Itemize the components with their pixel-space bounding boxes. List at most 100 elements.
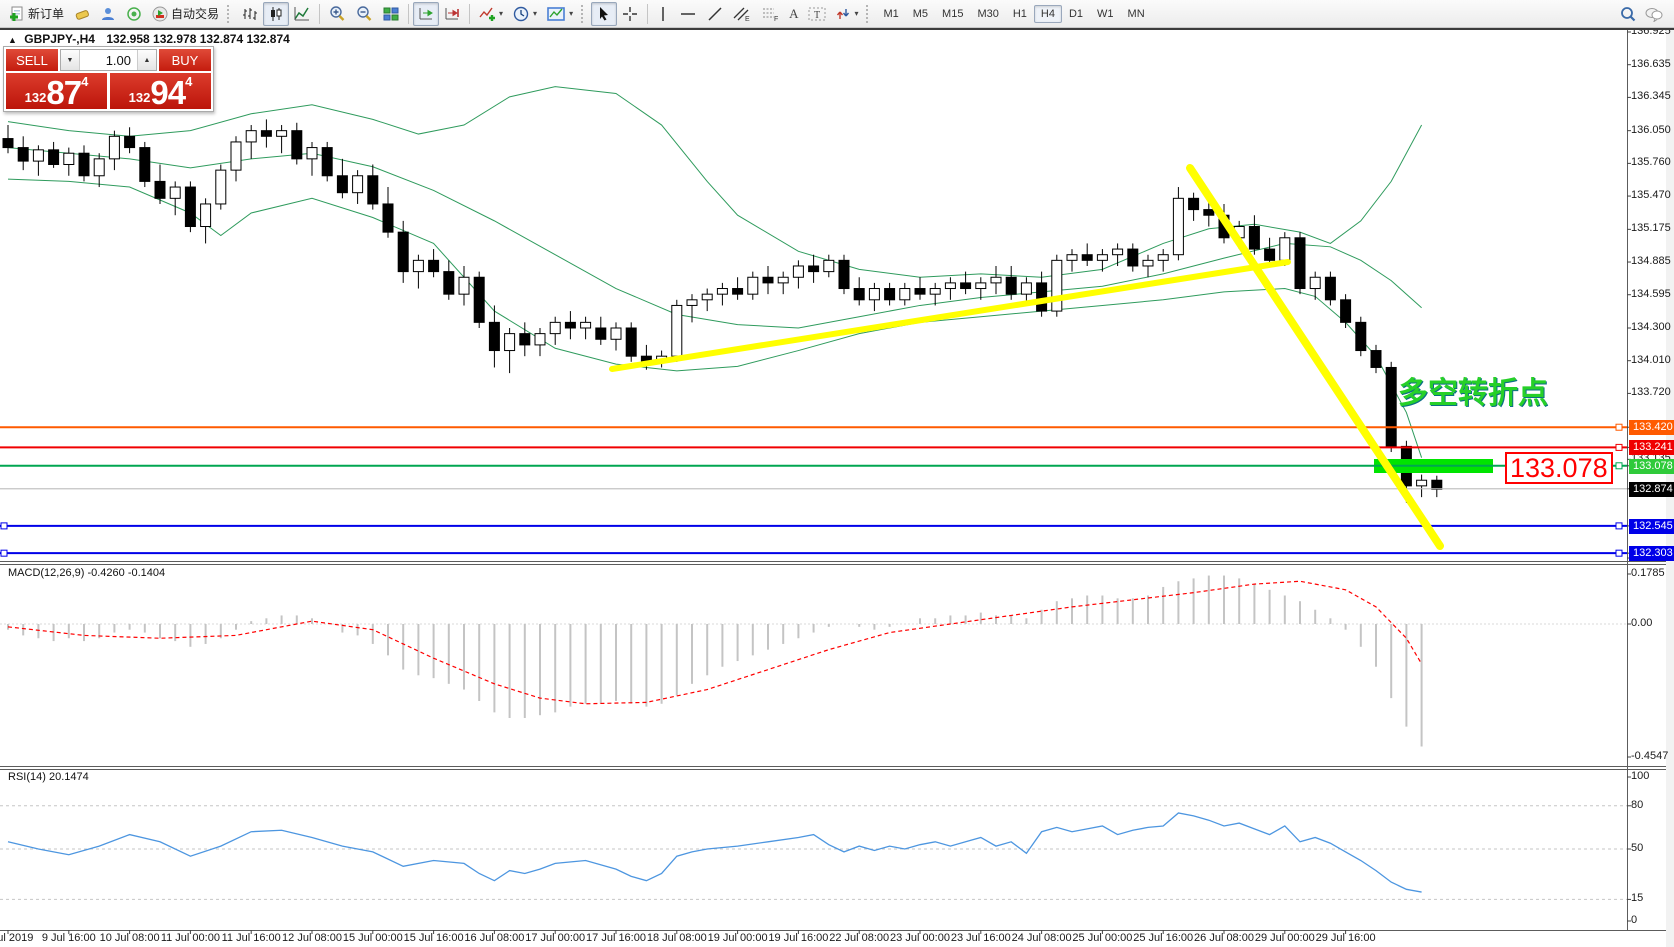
trendline-icon (707, 6, 723, 22)
text-tool-button[interactable]: A (784, 2, 803, 26)
templates-button[interactable]: ▾ (542, 2, 578, 26)
toolbar-grip (581, 5, 588, 23)
sell-price-big: 87 (46, 78, 81, 108)
candlestick-chart-button[interactable] (263, 2, 289, 26)
auto-scroll-icon (418, 6, 434, 22)
sell-price-prefix: 132 (25, 90, 47, 105)
volume-stepper: ▼ 1.00 ▲ (60, 49, 157, 71)
support-zone-highlight (1374, 459, 1493, 473)
chart-shift-button[interactable] (439, 2, 465, 26)
bollinger-lower-band (8, 179, 1422, 458)
price-tick-label: 133.720 (1631, 386, 1671, 398)
time-axis-label: 23 Jul 16:00 (951, 932, 1011, 944)
timeframe-button-d1[interactable]: D1 (1062, 5, 1090, 23)
tile-windows-icon (383, 6, 399, 22)
macd-indicator-label: MACD(12,26,9) -0.4260 -0.1404 (8, 567, 165, 579)
sell-price-pip: 4 (81, 74, 88, 89)
price-line-label: 132.303 (1629, 546, 1674, 561)
price-tick-label: 134.885 (1631, 255, 1671, 267)
timeframe-button-m5[interactable]: M5 (906, 5, 935, 23)
vertical-line-icon (657, 6, 669, 22)
bar-chart-button[interactable] (237, 2, 263, 26)
price-tick-label: 134.595 (1631, 288, 1671, 300)
buy-button[interactable]: BUY (159, 49, 211, 71)
line-chart-button[interactable] (289, 2, 315, 26)
rsi-scale-label: 100 (1631, 770, 1649, 782)
rising-support-line (612, 262, 1288, 369)
arrows-tool-button[interactable]: ▾ (831, 2, 863, 26)
indicators-button[interactable]: ▾ (474, 2, 508, 26)
time-axis-label: 29 Jul 16:00 (1316, 932, 1376, 944)
price-line-label: 133.241 (1629, 440, 1674, 455)
new-order-button[interactable]: 新订单 (4, 2, 69, 26)
label-tool-button[interactable]: T (803, 2, 831, 26)
price-tick-label: 134.300 (1631, 321, 1671, 333)
collapse-panel-icon[interactable]: ▲ (8, 35, 17, 45)
vertical-line-tool-button[interactable] (652, 2, 674, 26)
volume-decrease-button[interactable]: ▼ (61, 50, 80, 70)
bar-chart-icon (242, 6, 258, 22)
volume-increase-button[interactable]: ▲ (137, 50, 156, 70)
indicators-icon (479, 6, 495, 22)
auto-scroll-button[interactable] (413, 2, 439, 26)
svg-text:E: E (745, 16, 750, 22)
toolbar-separator (647, 4, 648, 24)
periods-button[interactable]: ▾ (508, 2, 542, 26)
turning-point-annotation[interactable]: 多空转折点 (1398, 368, 1548, 412)
search-icon[interactable] (1620, 6, 1636, 22)
fibonacci-tool-button[interactable]: F (756, 2, 784, 26)
macd-scale-label: -0.4547 (1631, 750, 1668, 762)
buy-price-button[interactable]: 132 94 4 (110, 73, 211, 109)
buy-price-pip: 4 (185, 74, 192, 89)
time-axis-label: 15 Jul 00:00 (343, 932, 403, 944)
line-handle (1616, 463, 1622, 469)
dropdown-caret-icon: ▾ (533, 9, 537, 18)
time-axis-label: 16 Jul 08:00 (464, 932, 524, 944)
rsi-indicator-label: RSI(14) 20.1474 (8, 771, 89, 783)
profile-button[interactable] (95, 2, 121, 26)
timeframe-button-mn[interactable]: MN (1121, 5, 1152, 23)
timeframe-button-h1[interactable]: H1 (1006, 5, 1034, 23)
sell-price-button[interactable]: 132 87 4 (6, 73, 107, 109)
chart-shift-tool-button[interactable] (69, 2, 95, 26)
horizontal-line-tool-button[interactable] (674, 2, 702, 26)
price-chart-canvas[interactable] (0, 0, 1674, 947)
zoom-in-icon (329, 6, 346, 22)
line-handle (1, 550, 7, 556)
timeframe-button-m1[interactable]: M1 (876, 5, 905, 23)
volume-field[interactable]: 1.00 (80, 50, 137, 70)
price-line-label: 133.078 (1629, 459, 1674, 474)
horizontal-line-icon (679, 6, 697, 22)
channel-tool-button[interactable]: E (728, 2, 756, 26)
cursor-tool-button[interactable] (591, 2, 617, 26)
quote-header: ▲ GBPJPY-,H4 132.958 132.978 132.874 132… (8, 32, 290, 46)
symbol-title: GBPJPY-,H4 (24, 32, 95, 46)
time-axis-label: 23 Jul 00:00 (890, 932, 950, 944)
chat-icon[interactable] (1644, 6, 1664, 22)
toolbar-grip (227, 5, 234, 23)
timeframe-button-h4[interactable]: H4 (1034, 5, 1062, 23)
time-axis-label: 17 Jul 00:00 (525, 932, 585, 944)
dropdown-caret-icon: ▾ (854, 9, 858, 18)
price-tick-label: 135.470 (1631, 189, 1671, 201)
timeframe-button-m30[interactable]: M30 (970, 5, 1005, 23)
zoom-out-button[interactable] (351, 2, 378, 26)
tile-windows-button[interactable] (378, 2, 404, 26)
line-handle (1616, 523, 1622, 529)
candlestick-chart-icon (268, 6, 284, 22)
toolbar-separator (319, 4, 320, 24)
price-line-label: 132.874 (1629, 482, 1674, 497)
macd-signal-line (8, 581, 1422, 704)
time-axis-label: 9 Jul 16:00 (42, 932, 96, 944)
sell-button[interactable]: SELL (6, 49, 58, 71)
time-axis-label: 12 Jul 08:00 (282, 932, 342, 944)
signals-button[interactable] (121, 2, 147, 26)
zoom-in-button[interactable] (324, 2, 351, 26)
timeframe-button-w1[interactable]: W1 (1090, 5, 1121, 23)
crosshair-tool-button[interactable] (617, 2, 643, 26)
timeframe-button-m15[interactable]: M15 (935, 5, 970, 23)
auto-trading-button[interactable]: 自动交易 (147, 2, 224, 26)
price-callout-box[interactable]: 133.078 (1505, 452, 1613, 484)
ohlc-values: 132.958 132.978 132.874 132.874 (106, 32, 290, 46)
trendline-tool-button[interactable] (702, 2, 728, 26)
